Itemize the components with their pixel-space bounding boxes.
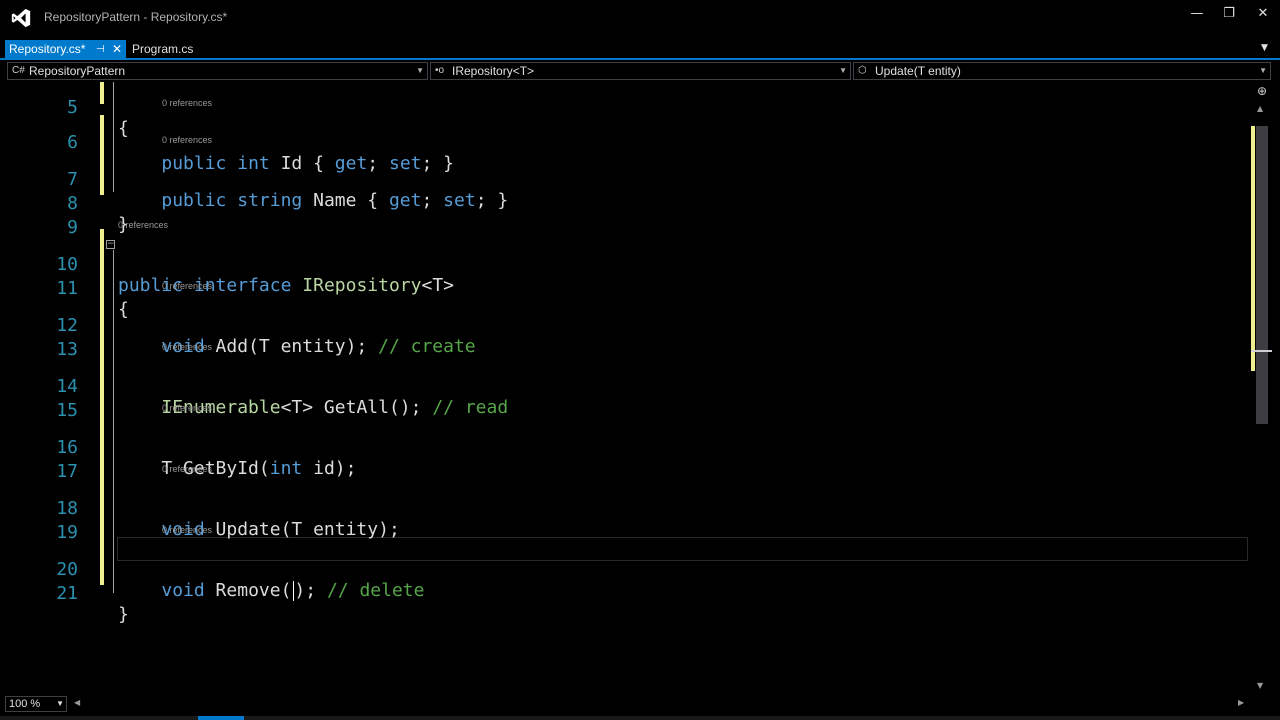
editor-bottom-bar: 100 % ▼ ◀ ▶ xyxy=(0,694,1280,716)
scroll-down-icon[interactable]: ▼ xyxy=(1257,681,1263,690)
code-line: 12 void Add(T entity); // create xyxy=(0,294,1250,357)
code-line: 19 xyxy=(0,501,1250,543)
code-lens-references[interactable]: 0 references xyxy=(162,135,212,145)
tab-list-dropdown-icon[interactable]: ▼ xyxy=(1261,43,1268,53)
tab-repository-cs[interactable]: Repository.cs* ⊣ ✕ xyxy=(5,40,126,59)
interface-icon: •o xyxy=(435,65,445,76)
scroll-right-icon[interactable]: ▶ xyxy=(1238,698,1244,707)
tab-label: Repository.cs* xyxy=(9,42,86,56)
zoom-level: 100 % xyxy=(9,698,41,710)
scroll-left-icon[interactable]: ◀ xyxy=(74,698,80,707)
scrollbar-caret-marker xyxy=(1251,350,1272,352)
project-dropdown[interactable]: C# RepositoryPattern ▼ xyxy=(7,62,428,80)
close-tab-icon[interactable]: ✕ xyxy=(112,40,122,59)
code-lens-references[interactable]: 0 references xyxy=(162,98,212,108)
code-line: 10 public interface IRepository<T> xyxy=(0,233,1250,296)
code-lens-references[interactable]: 0 references xyxy=(162,342,212,352)
type-label: IRepository<T> xyxy=(452,64,535,78)
scroll-up-icon[interactable]: ▲ xyxy=(1257,104,1263,113)
code-line: 7 public string Name { get; set; } xyxy=(0,148,1250,211)
code-line: 13 xyxy=(0,318,1250,360)
minimize-button[interactable]: — xyxy=(1180,0,1214,30)
code-line: 15 xyxy=(0,379,1250,421)
visual-studio-logo-icon xyxy=(11,8,31,28)
code-lens-references[interactable]: 0 references xyxy=(162,525,212,535)
status-bar-accent xyxy=(198,716,244,720)
project-label: RepositoryPattern xyxy=(29,64,126,78)
vertical-scrollbar[interactable]: ⊕ ▲ ▼ xyxy=(1251,82,1272,693)
chevron-down-icon: ▼ xyxy=(1259,66,1267,75)
chevron-down-icon: ▼ xyxy=(56,699,64,708)
tab-program-cs[interactable]: Program.cs xyxy=(132,40,193,59)
csharp-project-icon: C# xyxy=(12,65,25,76)
window-title: RepositoryPattern - Repository.cs* xyxy=(44,10,228,24)
scrollbar-thumb[interactable] xyxy=(1256,126,1268,424)
code-line: 17 xyxy=(0,440,1250,482)
code-lens-references[interactable]: 0 references xyxy=(118,220,168,230)
member-dropdown[interactable]: ⬡ Update(T entity) ▼ xyxy=(853,62,1271,80)
code-line: 9 xyxy=(0,196,1250,238)
code-editor[interactable]: − 5 { 0 references 6 public int Id { get… xyxy=(0,82,1250,693)
close-window-button[interactable]: ✕ xyxy=(1246,0,1280,30)
code-lens-references[interactable]: 0 references xyxy=(162,281,212,291)
chevron-down-icon: ▼ xyxy=(839,66,847,75)
code-line: 6 public int Id { get; set; } xyxy=(0,111,1250,174)
code-line: 16 T GetById(int id); xyxy=(0,416,1250,479)
scrollbar-change-marker xyxy=(1251,126,1255,371)
change-marker xyxy=(100,229,104,585)
line-number: 21 xyxy=(56,583,78,604)
code-line: 8 } xyxy=(0,172,1250,235)
tab-label: Program.cs xyxy=(132,42,194,56)
document-tab-strip: Repository.cs* ⊣ ✕ Program.cs ▼ xyxy=(0,40,1280,60)
code-lens-references[interactable]: 0 references xyxy=(162,464,212,474)
member-label: Update(T entity) xyxy=(875,64,961,78)
type-dropdown[interactable]: •o IRepository<T> ▼ xyxy=(430,62,851,80)
maximize-button[interactable]: ❐ xyxy=(1212,0,1246,30)
pin-icon[interactable]: ⊣ xyxy=(96,40,105,59)
split-window-icon[interactable]: ⊕ xyxy=(1257,84,1267,98)
zoom-dropdown[interactable]: 100 % ▼ xyxy=(5,696,67,712)
status-bar xyxy=(0,716,1280,720)
code-text: } xyxy=(118,604,129,625)
code-line: 18 void Update(T entity); xyxy=(0,477,1250,540)
title-bar: RepositoryPattern - Repository.cs* — ❐ ✕ xyxy=(0,0,1280,36)
navigation-bar: C# RepositoryPattern ▼ •o IRepository<T>… xyxy=(0,62,1280,81)
method-icon: ⬡ xyxy=(858,65,867,76)
code-lens-references[interactable]: 0 references xyxy=(162,403,212,413)
code-line: 11 { xyxy=(0,257,1250,320)
code-line: 20 void Remove(); // delete xyxy=(0,538,1250,601)
chevron-down-icon: ▼ xyxy=(416,66,424,75)
code-line: 21 } xyxy=(0,562,1250,625)
code-line: 14 IEnumerable<T> GetAll(); // read xyxy=(0,355,1250,418)
